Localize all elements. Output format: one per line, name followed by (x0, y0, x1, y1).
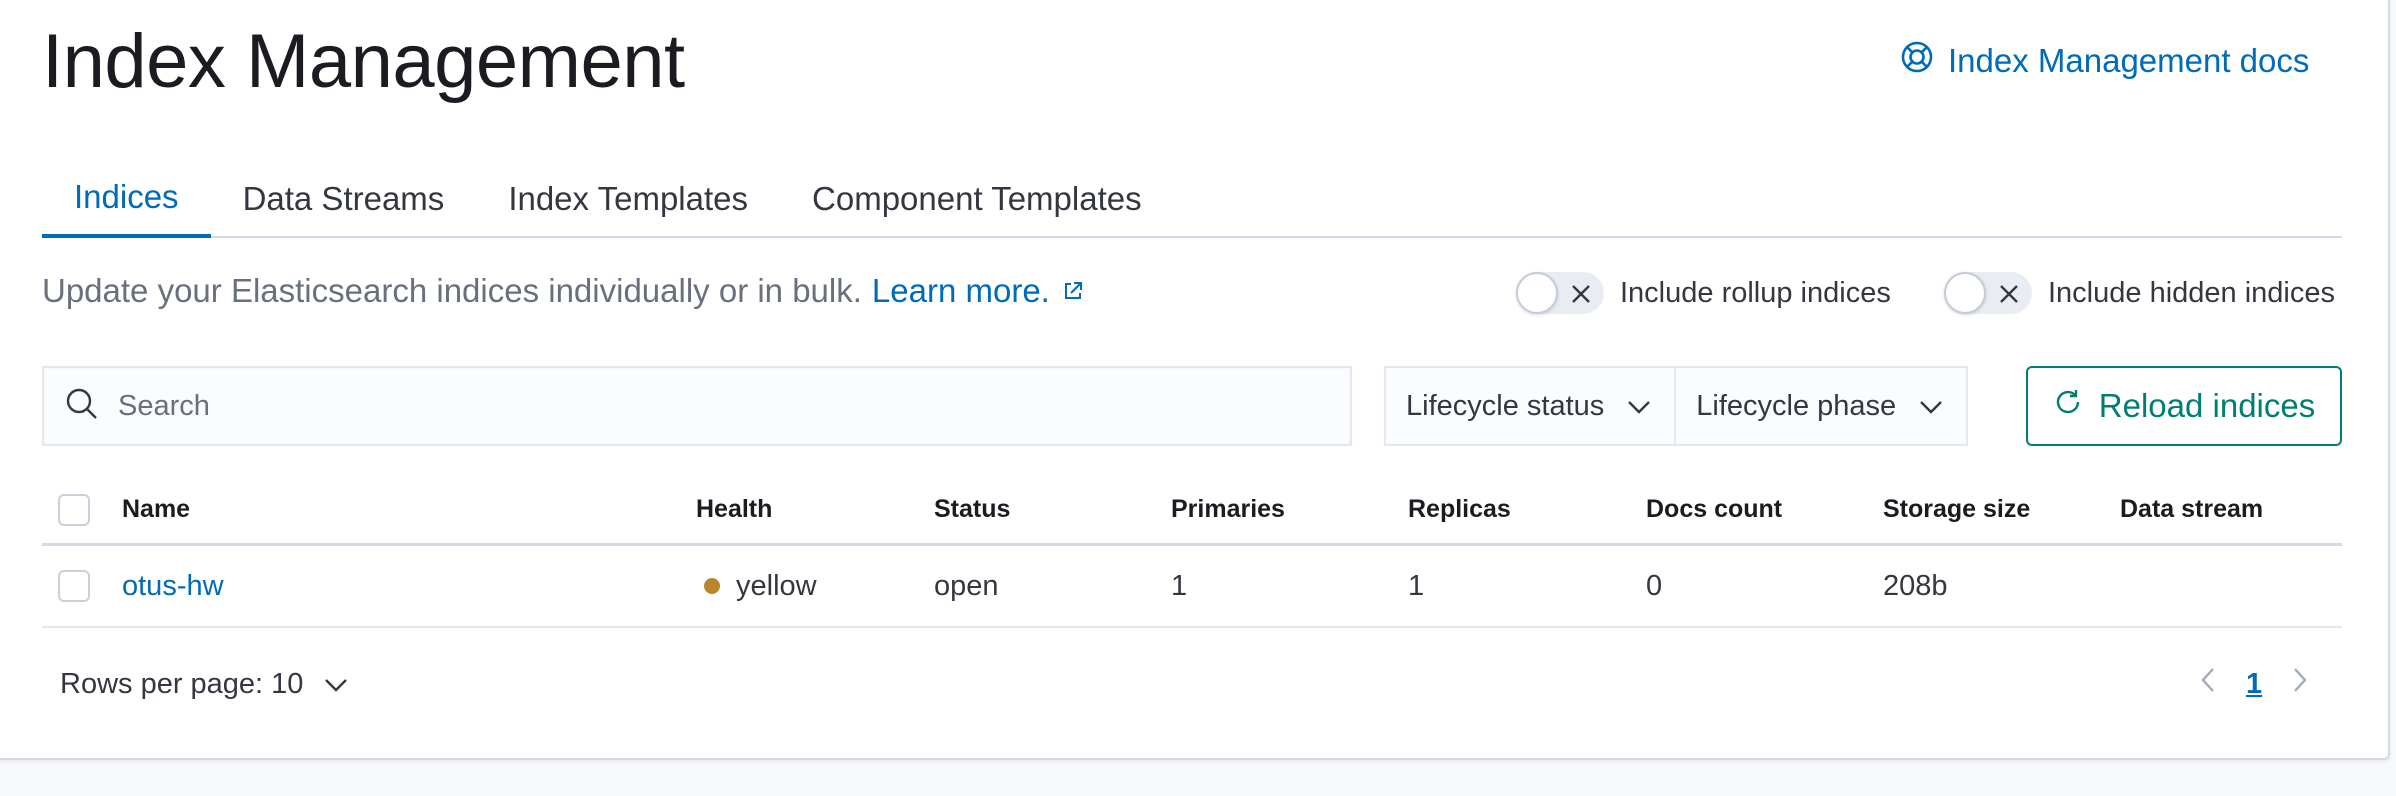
column-header-replicas[interactable]: Replicas (1408, 476, 1511, 543)
learn-more-link[interactable]: Learn more. (872, 272, 1084, 310)
page-title: Index Management (42, 19, 685, 104)
pagination: 1 (2200, 666, 2308, 702)
lifebuoy-icon (1900, 40, 1934, 82)
row-select-cell (58, 546, 90, 626)
rows-per-page-label: Rows per page: 10 (60, 668, 304, 700)
lifecycle-phase-filter[interactable]: Lifecycle phase (1674, 368, 1966, 444)
close-icon (1568, 278, 1594, 308)
hidden-indices-switch[interactable] (1944, 272, 2032, 314)
search-input[interactable] (118, 389, 1318, 423)
column-header-docs-count[interactable]: Docs count (1646, 476, 1782, 543)
health-cell: yellow (704, 546, 817, 626)
lifecycle-status-label: Lifecycle status (1406, 389, 1605, 422)
hidden-toggle-group: Include hidden indices (1944, 272, 2335, 314)
search-icon (64, 386, 100, 427)
description: Update your Elasticsearch indices indivi… (42, 272, 1084, 310)
primaries-cell: 1 (1171, 569, 1188, 602)
index-management-panel: Index Management Index Management docs I… (0, 0, 2390, 760)
docs-link[interactable]: Index Management docs (1900, 40, 2309, 82)
tab-data-streams[interactable]: Data Streams (211, 160, 477, 238)
reload-indices-button[interactable]: Reload indices (2026, 366, 2342, 446)
rollup-indices-label: Include rollup indices (1620, 276, 1891, 309)
status-cell: open (934, 569, 999, 602)
rollup-indices-switch[interactable] (1516, 272, 1604, 314)
table-header: Name Health Status Primaries Replicas Do… (42, 476, 2342, 546)
chevron-down-icon (1626, 390, 1652, 423)
lifecycle-filter-group: Lifecycle status Lifecycle phase (1384, 366, 1969, 446)
table-row: otus-hw yellow open 1 1 0 208b (42, 546, 2342, 628)
reload-indices-label: Reload indices (2098, 387, 2316, 424)
column-header-primaries[interactable]: Primaries (1171, 476, 1285, 543)
chevron-left-icon[interactable] (2200, 666, 2216, 702)
select-all-checkbox[interactable] (58, 493, 90, 526)
description-text: Update your Elasticsearch indices indivi… (42, 272, 862, 309)
hidden-indices-label: Include hidden indices (2048, 276, 2335, 309)
index-name-cell: otus-hw (122, 546, 224, 626)
column-header-storage-size[interactable]: Storage size (1883, 476, 2030, 543)
health-value: yellow (736, 569, 817, 602)
tab-bar: Indices Data Streams Index Templates Com… (42, 160, 2342, 238)
switch-knob (1516, 272, 1558, 314)
replicas-cell: 1 (1408, 569, 1425, 602)
column-header-name[interactable]: Name (122, 476, 190, 543)
column-header-health[interactable]: Health (696, 476, 772, 543)
page-number-button[interactable]: 1 (2246, 668, 2262, 701)
row-checkbox[interactable] (58, 570, 90, 602)
lifecycle-status-filter[interactable]: Lifecycle status (1386, 368, 1674, 444)
learn-more-label: Learn more. (871, 272, 1050, 309)
tab-component-templates[interactable]: Component Templates (780, 160, 1174, 238)
external-link-icon (1062, 272, 1084, 310)
indices-table: Name Health Status Primaries Replicas Do… (42, 476, 2342, 628)
rows-per-page-button[interactable]: Rows per page: 10 (60, 668, 349, 701)
column-header-data-stream[interactable]: Data stream (2120, 476, 2263, 543)
chevron-right-icon[interactable] (2292, 666, 2308, 702)
tab-index-templates[interactable]: Index Templates (476, 160, 780, 238)
docs-count-cell: 0 (1646, 569, 1663, 602)
search-field[interactable] (42, 366, 1352, 446)
index-name-link[interactable]: otus-hw (122, 570, 224, 603)
docs-link-label: Index Management docs (1948, 42, 2310, 79)
storage-size-cell: 208b (1883, 569, 1948, 602)
select-all-cell (58, 476, 90, 543)
refresh-icon (2053, 387, 2083, 425)
column-header-status[interactable]: Status (934, 476, 1010, 543)
chevron-down-icon (1918, 390, 1944, 423)
switch-knob (1944, 272, 1986, 314)
chevron-down-icon (323, 668, 349, 701)
health-dot-icon (704, 578, 720, 594)
tab-indices[interactable]: Indices (42, 160, 211, 238)
rollup-toggle-group: Include rollup indices (1516, 272, 1891, 314)
close-icon (1996, 278, 2022, 308)
lifecycle-phase-label: Lifecycle phase (1696, 389, 1897, 422)
